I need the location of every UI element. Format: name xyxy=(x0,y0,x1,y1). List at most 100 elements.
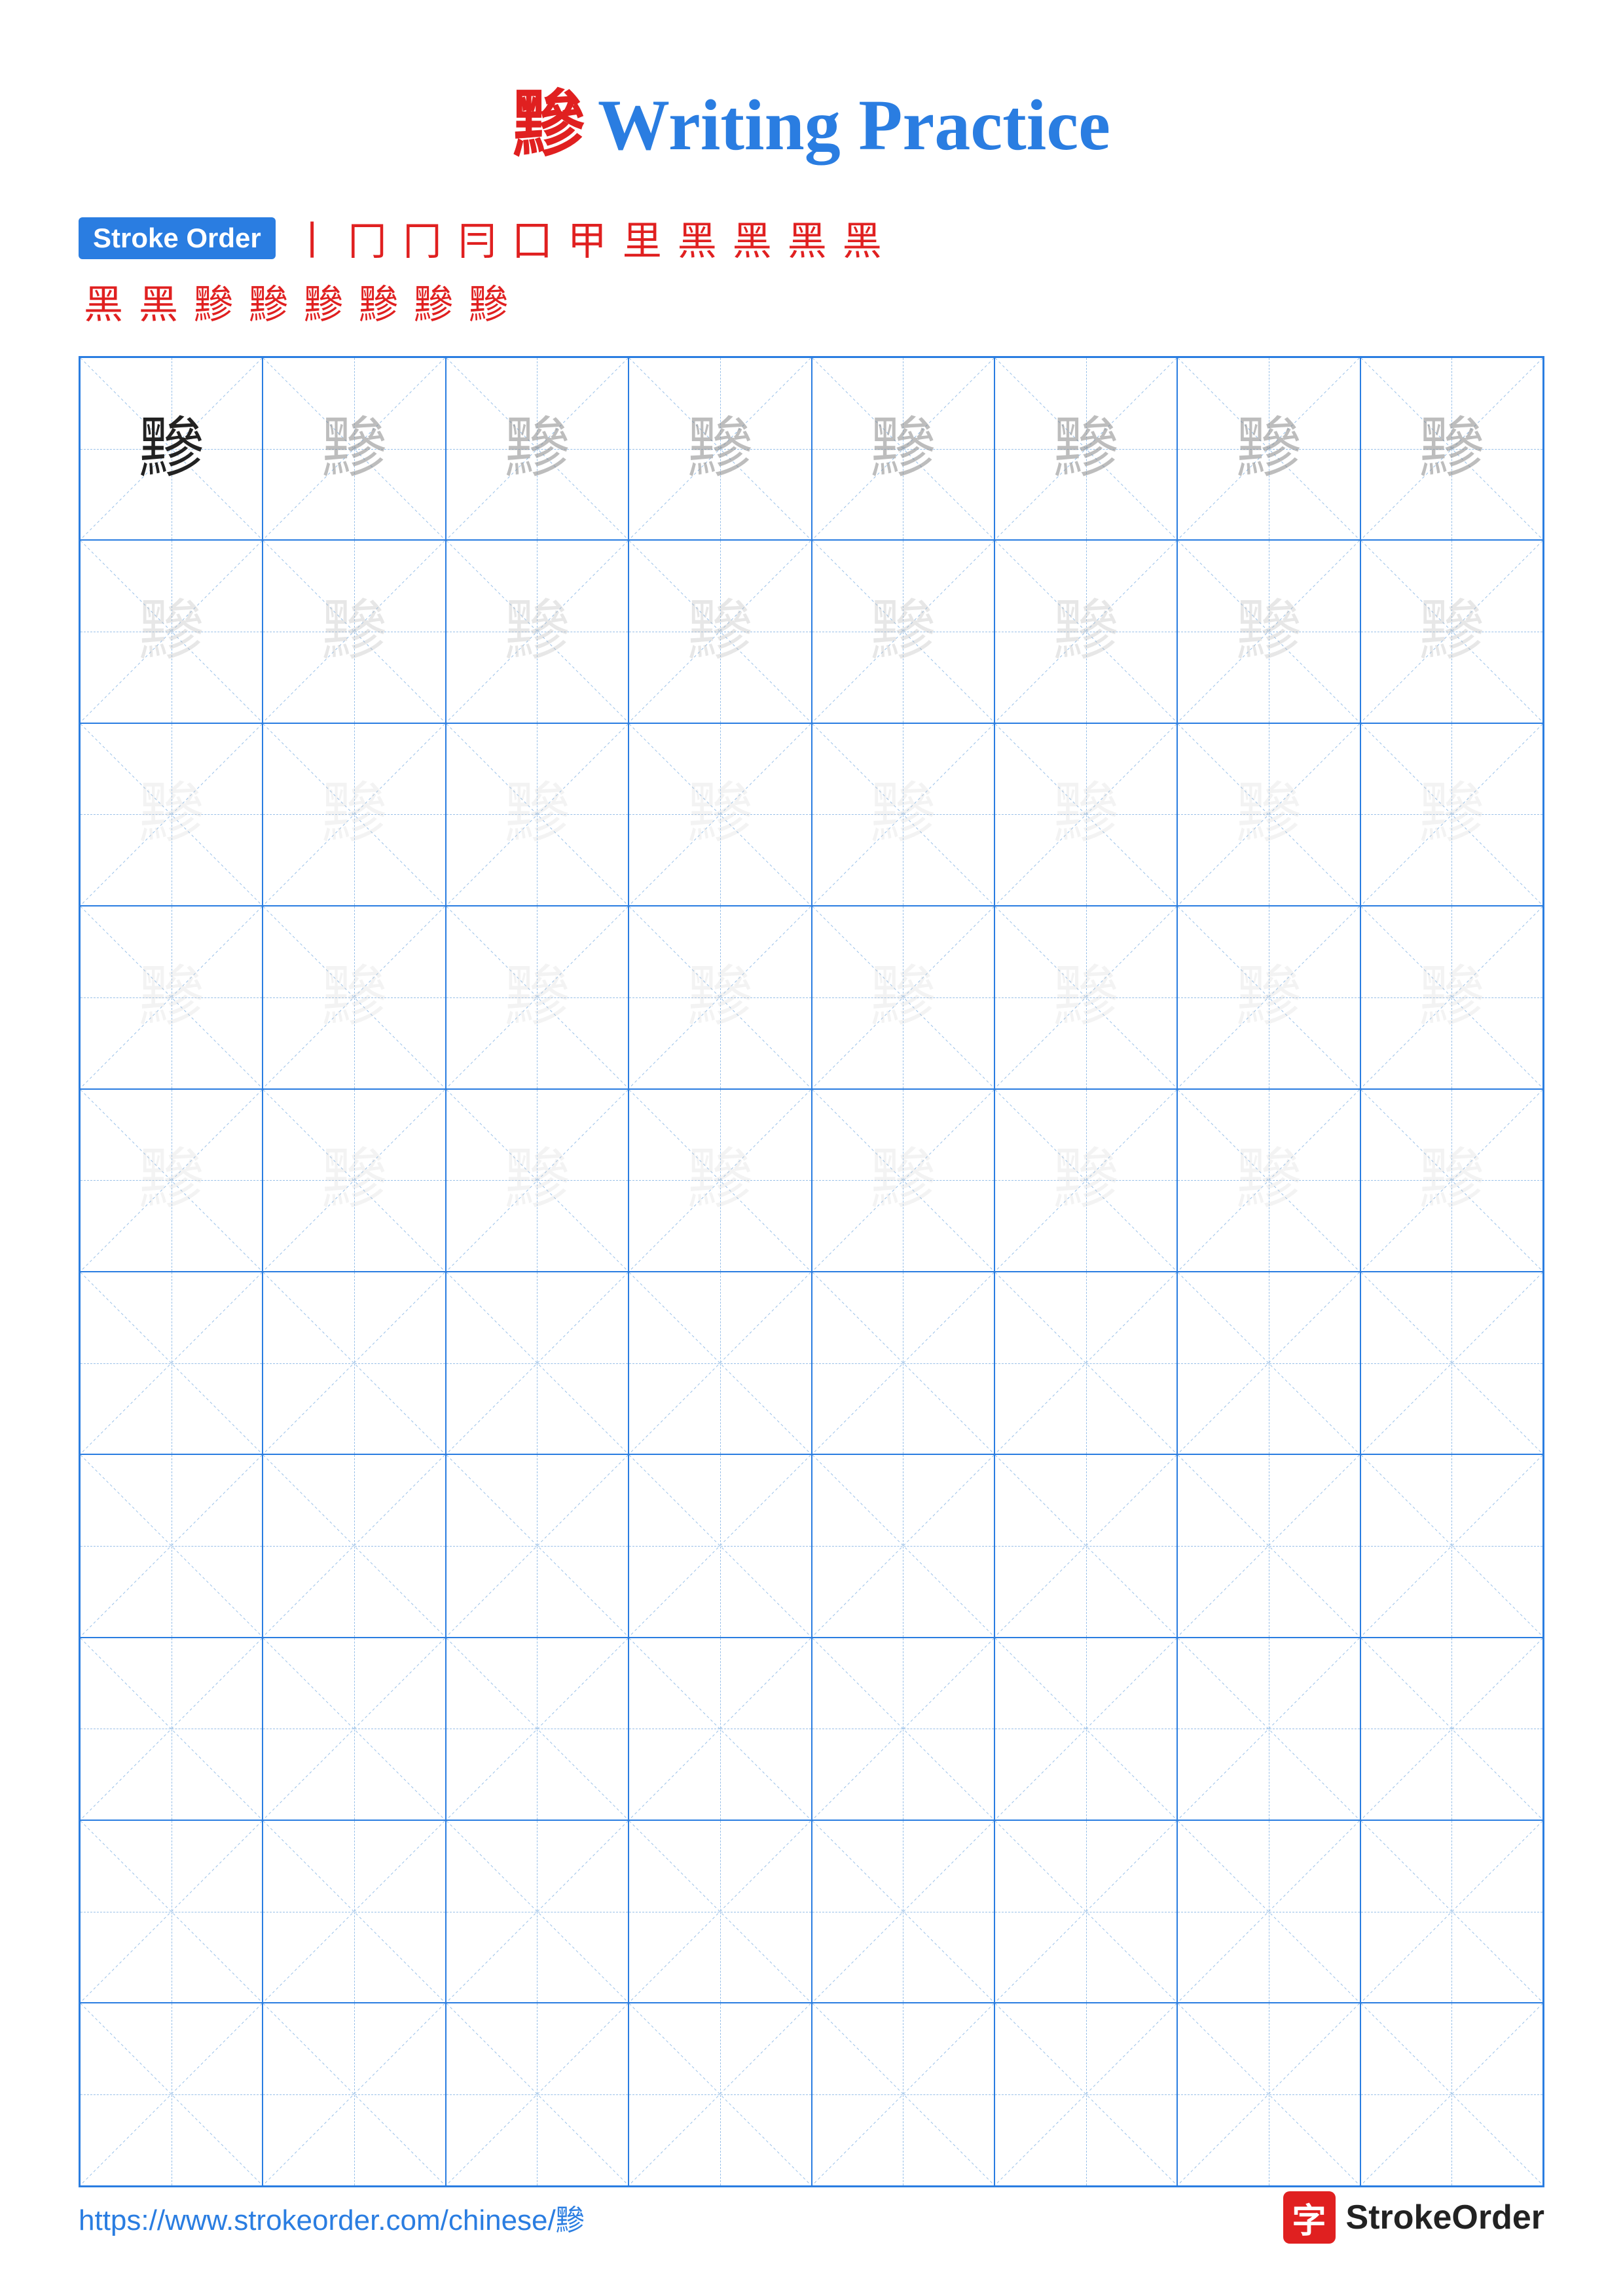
practice-char: 黲 xyxy=(870,1147,936,1213)
grid-cell[interactable]: 黲 xyxy=(812,723,994,906)
grid-cell[interactable]: 黲 xyxy=(1177,1089,1360,1272)
grid-cell[interactable]: 黲 xyxy=(1360,1089,1543,1272)
grid-cell[interactable]: 黲 xyxy=(263,906,445,1088)
grid-cell[interactable] xyxy=(263,2003,445,2185)
grid-cell[interactable] xyxy=(1360,1454,1543,1637)
grid-cell[interactable] xyxy=(629,1820,811,2003)
grid-cell[interactable]: 黲 xyxy=(1360,906,1543,1088)
grid-cell[interactable]: 黲 xyxy=(1360,540,1543,723)
grid-cell[interactable]: 黲 xyxy=(1360,723,1543,906)
grid-cell[interactable] xyxy=(1177,1454,1360,1637)
grid-cell[interactable]: 黲 xyxy=(994,906,1177,1088)
grid-cell[interactable]: 黲 xyxy=(80,906,263,1088)
practice-char: 黲 xyxy=(1236,965,1302,1030)
grid-cell[interactable]: 黲 xyxy=(263,723,445,906)
grid-cell[interactable]: 黲 xyxy=(812,1089,994,1272)
grid-cell[interactable]: 黲 xyxy=(812,357,994,540)
grid-cell[interactable] xyxy=(446,1638,629,1820)
stroke-3: 冂 xyxy=(403,209,442,266)
practice-char: 黲 xyxy=(1053,416,1119,482)
grid-cell[interactable] xyxy=(812,1638,994,1820)
grid-cell[interactable]: 黲 xyxy=(446,906,629,1088)
practice-char: 黲 xyxy=(1419,1147,1484,1213)
grid-cell[interactable]: 黲 xyxy=(446,540,629,723)
grid-cell[interactable] xyxy=(994,1820,1177,2003)
grid-cell[interactable] xyxy=(446,1454,629,1637)
grid-cell[interactable] xyxy=(629,1454,811,1637)
practice-char: 黲 xyxy=(1053,599,1119,664)
grid-cell[interactable] xyxy=(812,1454,994,1637)
grid-cell[interactable]: 黲 xyxy=(80,723,263,906)
grid-cell[interactable]: 黲 xyxy=(446,723,629,906)
grid-cell[interactable]: 黲 xyxy=(1177,540,1360,723)
grid-cell[interactable]: 黲 xyxy=(812,540,994,723)
stroke-13: 黑 xyxy=(139,273,178,330)
grid-cell[interactable] xyxy=(80,1272,263,1454)
stroke-7: 里 xyxy=(623,209,662,266)
grid-cell[interactable] xyxy=(80,1638,263,1820)
grid-cell[interactable] xyxy=(1360,1638,1543,1820)
grid-cell[interactable]: 黲 xyxy=(263,540,445,723)
practice-char: 黲 xyxy=(1053,1147,1119,1213)
grid-cell[interactable]: 黲 xyxy=(994,1089,1177,1272)
grid-cell[interactable] xyxy=(446,2003,629,2185)
grid-cell[interactable] xyxy=(263,1638,445,1820)
grid-cell[interactable] xyxy=(80,2003,263,2185)
grid-cell[interactable]: 黲 xyxy=(1177,723,1360,906)
grid-cell[interactable] xyxy=(629,1638,811,1820)
grid-cell[interactable] xyxy=(1177,1272,1360,1454)
grid-cell[interactable] xyxy=(629,2003,811,2185)
stroke-6: 甲 xyxy=(568,209,607,266)
grid-cell[interactable]: 黲 xyxy=(629,723,811,906)
practice-char: 黲 xyxy=(1236,599,1302,664)
grid-cell[interactable]: 黲 xyxy=(1177,906,1360,1088)
grid-cell[interactable]: 黲 xyxy=(629,1089,811,1272)
grid-cell[interactable] xyxy=(629,1272,811,1454)
grid-cell[interactable] xyxy=(1360,1272,1543,1454)
grid-cell[interactable] xyxy=(1177,1820,1360,2003)
grid-cell[interactable] xyxy=(1177,1638,1360,1820)
grid-cell[interactable]: 黲 xyxy=(263,1089,445,1272)
grid-cell[interactable] xyxy=(812,2003,994,2185)
grid-cell[interactable]: 黲 xyxy=(812,906,994,1088)
grid-cell[interactable] xyxy=(80,1454,263,1637)
grid-cell[interactable]: 黲 xyxy=(263,357,445,540)
grid-cell[interactable]: 黲 xyxy=(446,1089,629,1272)
grid-cell[interactable]: 黲 xyxy=(994,540,1177,723)
grid-cell[interactable] xyxy=(446,1820,629,2003)
grid-cell[interactable]: 黲 xyxy=(629,906,811,1088)
grid-cell[interactable]: 黲 xyxy=(994,723,1177,906)
stroke-8: 黑 xyxy=(678,209,717,266)
stroke-order-badge: Stroke Order xyxy=(79,217,276,259)
grid-cell[interactable] xyxy=(80,1820,263,2003)
stroke-12: 黑 xyxy=(84,273,123,330)
grid-cell[interactable] xyxy=(263,1272,445,1454)
stroke-16: 黲 xyxy=(304,273,343,330)
grid-cell[interactable] xyxy=(263,1820,445,2003)
grid-cell[interactable]: 黲 xyxy=(80,1089,263,1272)
grid-cell[interactable] xyxy=(812,1272,994,1454)
stroke-5: 囗 xyxy=(513,209,552,266)
grid-cell[interactable]: 黲 xyxy=(629,540,811,723)
grid-cell[interactable]: 黲 xyxy=(80,357,263,540)
grid-cell[interactable] xyxy=(1360,2003,1543,2185)
grid-cell[interactable] xyxy=(994,1638,1177,1820)
grid-cell[interactable] xyxy=(994,1454,1177,1637)
grid-cell[interactable]: 黲 xyxy=(446,357,629,540)
footer-url[interactable]: https://www.strokeorder.com/chinese/黲 xyxy=(79,2197,585,2238)
stroke-1: 丨 xyxy=(293,209,332,266)
grid-cell[interactable]: 黲 xyxy=(629,357,811,540)
grid-cell[interactable]: 黲 xyxy=(80,540,263,723)
grid-cell[interactable]: 黲 xyxy=(994,357,1177,540)
grid-cell[interactable] xyxy=(446,1272,629,1454)
practice-char: 黲 xyxy=(504,599,570,664)
grid-cell[interactable] xyxy=(263,1454,445,1637)
grid-cell[interactable] xyxy=(812,1820,994,2003)
grid-cell[interactable] xyxy=(994,1272,1177,1454)
grid-cell[interactable]: 黲 xyxy=(1177,357,1360,540)
grid-cell[interactable] xyxy=(994,2003,1177,2185)
stroke-10: 黑 xyxy=(788,209,827,266)
grid-cell[interactable] xyxy=(1360,1820,1543,2003)
grid-cell[interactable]: 黲 xyxy=(1360,357,1543,540)
grid-cell[interactable] xyxy=(1177,2003,1360,2185)
